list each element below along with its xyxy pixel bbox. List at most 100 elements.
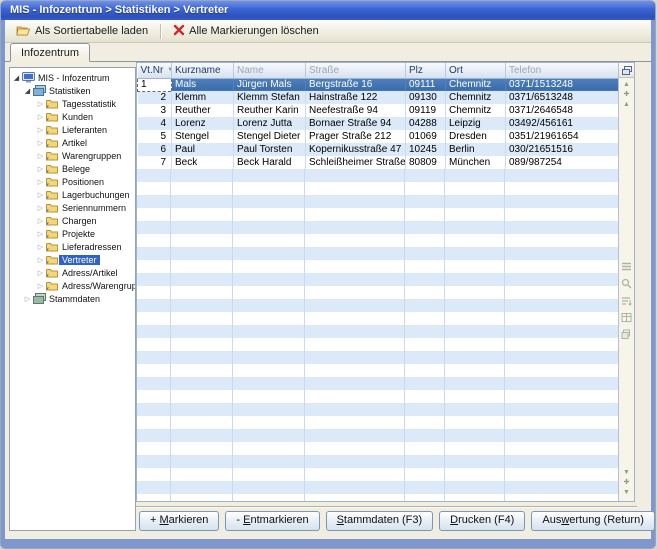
cell-plz[interactable]: 09119 — [406, 104, 446, 117]
copy-icon[interactable] — [621, 329, 632, 340]
collapse-icon[interactable]: ◢ — [12, 74, 21, 82]
column-header-plz[interactable]: Plz — [406, 63, 446, 78]
scroll-down-icon[interactable]: ▼ — [619, 468, 634, 478]
expand-icon[interactable]: ▷ — [36, 282, 45, 290]
cell-name[interactable]: Beck Harald — [234, 156, 306, 169]
cell-name[interactable]: Jürgen Mals — [234, 78, 306, 91]
expand-icon[interactable]: ▷ — [36, 217, 45, 225]
column-header-ort[interactable]: Ort — [446, 63, 506, 78]
tree-item-artikel[interactable]: ▷ Artikel — [10, 136, 135, 149]
clear-marks-button[interactable]: Alle Markierungen löschen — [165, 21, 327, 42]
expand-icon[interactable]: ▷ — [36, 178, 45, 186]
search-icon[interactable] — [621, 278, 632, 289]
cell-ort[interactable]: Chemnitz — [446, 91, 506, 104]
column-header-name[interactable]: Name — [234, 63, 306, 78]
auswertung-button[interactable]: Auswertung (Return) — [531, 511, 655, 531]
cell-name[interactable]: Stengel Dieter — [234, 130, 306, 143]
tree-item-chargen[interactable]: ▷ Chargen — [10, 214, 135, 227]
table-row-selected[interactable]: 1 Mals Jürgen Mals Bergstraße 16 09111 C… — [138, 78, 619, 91]
cell-strasse[interactable]: Schleißheimer Straße 378 — [306, 156, 406, 169]
append-row-icon[interactable]: ✚ — [619, 478, 634, 488]
cell-name[interactable]: Paul Torsten — [234, 143, 306, 156]
cell-telefon[interactable]: 0371/1513248 — [506, 78, 619, 91]
cell-plz[interactable]: 09111 — [406, 78, 446, 91]
tree-item-vertreter[interactable]: ▷ Vertreter — [10, 253, 135, 266]
cell-kurzname[interactable]: Stengel — [172, 130, 234, 143]
expand-icon[interactable]: ▷ — [36, 139, 45, 147]
scroll-up-icon[interactable]: ▲ — [619, 100, 634, 110]
tree-item-lieferadressen[interactable]: ▷ Lieferadressen — [10, 240, 135, 253]
tree-item-positionen[interactable]: ▷ Positionen — [10, 175, 135, 188]
cell-vtnr[interactable]: 3 — [138, 104, 172, 117]
add-mark-icon[interactable]: ✚ — [619, 90, 634, 100]
cell-ort[interactable]: Dresden — [446, 130, 506, 143]
tree-item-tagesstatistik[interactable]: ▷ Tagesstatistik — [10, 97, 135, 110]
cell-telefon[interactable]: 089/987254 — [506, 156, 619, 169]
cell-telefon[interactable]: 0351/21961654 — [506, 130, 619, 143]
expand-icon[interactable]: ▷ — [36, 113, 45, 121]
cell-plz[interactable]: 01069 — [406, 130, 446, 143]
cell-name[interactable]: Lorenz Jutta — [234, 117, 306, 130]
cell-kurzname[interactable]: Klemm — [172, 91, 234, 104]
stammdaten-button[interactable]: Stammdaten (F3) — [326, 511, 434, 531]
cell-ort[interactable]: Chemnitz — [446, 78, 506, 91]
cell-kurzname[interactable]: Beck — [172, 156, 234, 169]
cell-telefon[interactable]: 03492/456161 — [506, 117, 619, 130]
tree-item-root[interactable]: ◢ MIS - Infozentrum — [10, 71, 135, 84]
load-sort-table-button[interactable]: Als Sortiertabelle laden — [8, 21, 156, 42]
expand-icon[interactable]: ▷ — [36, 243, 45, 251]
cell-strasse[interactable]: Neefestraße 94 — [306, 104, 406, 117]
cell-ort[interactable]: Berlin — [446, 143, 506, 156]
column-header-telefon[interactable]: Telefon — [506, 63, 619, 78]
table-row[interactable]: 4 Lorenz Lorenz Jutta Bornaer Straße 94 … — [138, 117, 619, 130]
table-row[interactable]: 5 Stengel Stengel Dieter Prager Straße 2… — [138, 130, 619, 143]
cell-strasse[interactable]: Prager Straße 212 — [306, 130, 406, 143]
tree-item-belege[interactable]: ▷ Belege — [10, 162, 135, 175]
expand-icon[interactable]: ▷ — [36, 165, 45, 173]
tree-item-projekte[interactable]: ▷ Projekte — [10, 227, 135, 240]
expand-icon[interactable]: ▷ — [36, 100, 45, 108]
cell-kurzname[interactable]: Mals — [172, 78, 234, 91]
column-chooser-button[interactable] — [619, 63, 634, 78]
tree-item-kunden[interactable]: ▷ Kunden — [10, 110, 135, 123]
cell-ort[interactable]: München — [446, 156, 506, 169]
tree-item-seriennummern[interactable]: ▷ Seriennummern — [10, 201, 135, 214]
cell-strasse[interactable]: Kopernikusstraße 47 — [306, 143, 406, 156]
cell-ort[interactable]: Leipzig — [446, 117, 506, 130]
collapse-icon[interactable]: ◢ — [23, 87, 32, 95]
table-icon[interactable] — [621, 312, 632, 323]
column-header-strasse[interactable]: Straße — [306, 63, 406, 78]
tree-item-lieferanten[interactable]: ▷ Lieferanten — [10, 123, 135, 136]
expand-icon[interactable]: ▷ — [36, 191, 45, 199]
focused-cell[interactable]: 1 — [138, 78, 172, 91]
table-row[interactable]: 3 Reuther Reuther Karin Neefestraße 94 0… — [138, 104, 619, 117]
cell-plz[interactable]: 80809 — [406, 156, 446, 169]
cell-plz[interactable]: 10245 — [406, 143, 446, 156]
expand-icon[interactable]: ▷ — [23, 295, 32, 303]
cell-kurzname[interactable]: Lorenz — [172, 117, 234, 130]
sort-icon[interactable] — [621, 295, 632, 306]
tree-item-lagerbuchungen[interactable]: ▷ Lagerbuchungen — [10, 188, 135, 201]
cell-strasse[interactable]: Bornaer Straße 94 — [306, 117, 406, 130]
expand-icon[interactable]: ▷ — [36, 152, 45, 160]
tree-item-statistiken[interactable]: ◢ Statistiken — [10, 84, 135, 97]
column-header-kurzname[interactable]: Kurzname — [172, 63, 234, 78]
tab-infozentrum[interactable]: Infozentrum — [10, 43, 90, 62]
cell-kurzname[interactable]: Paul — [172, 143, 234, 156]
cell-vtnr[interactable]: 6 — [138, 143, 172, 156]
table-row[interactable]: 2 Klemm Klemm Stefan Hainstraße 122 0913… — [138, 91, 619, 104]
cell-vtnr[interactable]: 2 — [138, 91, 172, 104]
cell-telefon[interactable]: 0371/6513248 — [506, 91, 619, 104]
expand-icon[interactable]: ▷ — [36, 256, 45, 264]
cell-vtnr[interactable]: 5 — [138, 130, 172, 143]
cell-ort[interactable]: Chemnitz — [446, 104, 506, 117]
expand-icon[interactable]: ▷ — [36, 269, 45, 277]
cell-name[interactable]: Klemm Stefan — [234, 91, 306, 104]
cell-strasse[interactable]: Hainstraße 122 — [306, 91, 406, 104]
markieren-button[interactable]: + Markieren — [139, 511, 219, 531]
cell-name[interactable]: Reuther Karin — [234, 104, 306, 117]
cell-telefon[interactable]: 030/21651516 — [506, 143, 619, 156]
scroll-top-icon[interactable]: ▲ — [619, 80, 634, 90]
tree-item-adress-artikel[interactable]: ▷ Adress/Artikel — [10, 266, 135, 279]
table-row[interactable]: 7 Beck Beck Harald Schleißheimer Straße … — [138, 156, 619, 169]
